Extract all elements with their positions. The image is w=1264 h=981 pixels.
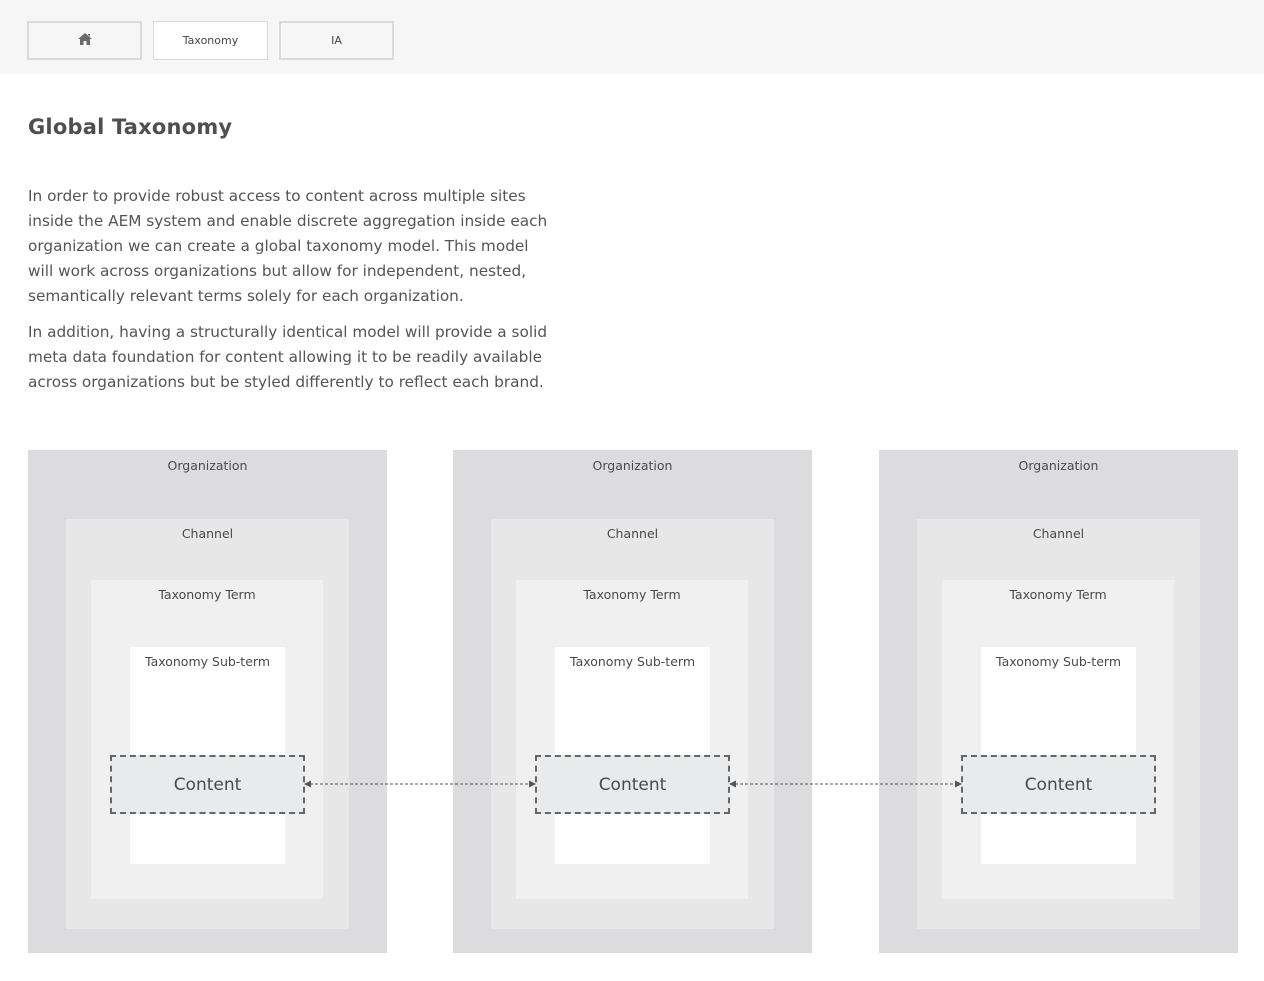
content-connectors	[304, 780, 962, 788]
